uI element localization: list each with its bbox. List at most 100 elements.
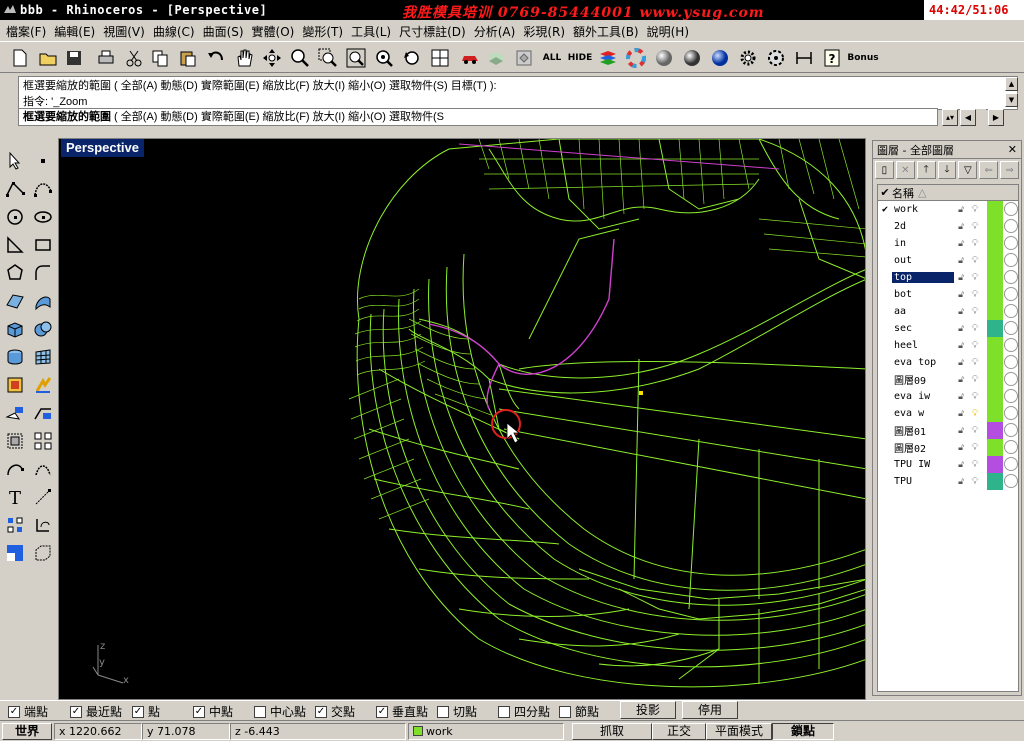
osnap-perp-checkbox[interactable]: ✓ 垂直點 xyxy=(376,703,428,720)
rhino-app-icon[interactable] xyxy=(3,3,17,17)
rotate-curve-icon[interactable] xyxy=(2,456,28,482)
lightbulb-icon[interactable]: 💡︎ xyxy=(968,272,982,283)
layer-row[interactable]: top 🔓︎ 💡︎ xyxy=(878,269,1018,286)
fillet-curve-icon[interactable] xyxy=(30,260,56,286)
material-circle-icon[interactable] xyxy=(1004,270,1018,284)
new-layer-icon[interactable]: ▯ xyxy=(875,161,894,179)
menu-analyze[interactable]: 分析(A) xyxy=(472,20,522,40)
menu-dimension[interactable]: 尺寸標註(D) xyxy=(397,20,472,40)
boolean-union-icon[interactable] xyxy=(30,316,56,342)
move-tool-icon[interactable] xyxy=(30,400,56,426)
group-icon[interactable] xyxy=(2,428,28,454)
print-icon[interactable] xyxy=(94,46,118,70)
layer-color-swatch[interactable] xyxy=(987,235,1003,252)
layer-name[interactable]: TPU xyxy=(892,476,954,487)
import-layer-icon[interactable]: ⇐ xyxy=(979,161,999,179)
layer-color-swatch[interactable] xyxy=(987,218,1003,235)
lightbulb-icon[interactable]: 💡︎ xyxy=(968,340,982,351)
layer-row[interactable]: aa 🔓︎ 💡︎ xyxy=(878,303,1018,320)
move-up-icon[interactable]: 🡑 xyxy=(916,161,936,179)
layer-row[interactable]: sec 🔓︎ 💡︎ xyxy=(878,320,1018,337)
layer-color-swatch[interactable] xyxy=(987,269,1003,286)
layer-color-swatch[interactable] xyxy=(987,405,1003,422)
ortho-toggle[interactable]: 正交 xyxy=(652,723,706,740)
material-circle-icon[interactable] xyxy=(1004,321,1018,335)
material-circle-icon[interactable] xyxy=(1004,219,1018,233)
box-solid-icon[interactable] xyxy=(2,316,28,342)
lightbulb-icon[interactable]: 💡︎ xyxy=(968,476,982,487)
new-file-icon[interactable] xyxy=(8,46,32,70)
hide-button[interactable]: HIDE xyxy=(568,46,593,70)
lightbulb-icon[interactable]: 💡︎ xyxy=(968,238,982,249)
transform-icon[interactable] xyxy=(2,400,28,426)
perspective-viewport[interactable]: Perspective z x y xyxy=(58,138,866,700)
surface-from-curves-icon[interactable] xyxy=(2,288,28,314)
layer-color-swatch[interactable] xyxy=(987,439,1003,456)
menu-view[interactable]: 視圖(V) xyxy=(101,20,151,40)
layer-row[interactable]: eva w 🔓︎ 💡︎ xyxy=(878,405,1018,422)
layer-name[interactable]: top xyxy=(892,272,954,283)
options-up-down-icon[interactable]: ▴▾ xyxy=(942,109,958,126)
layer-row[interactable]: in 🔓︎ 💡︎ xyxy=(878,235,1018,252)
layer-name[interactable]: 2d xyxy=(892,221,954,232)
cylinder-mesh-icon[interactable] xyxy=(2,344,28,370)
render-viewport-icon[interactable] xyxy=(2,540,28,566)
select-arrow-icon[interactable] xyxy=(2,148,28,174)
export-layer-icon[interactable]: ⇒ xyxy=(1000,161,1020,179)
layer-row[interactable]: 圖層01 🔓︎ 💡︎ xyxy=(878,422,1018,439)
layer-row[interactable]: TPU IW 🔓︎ 💡︎ xyxy=(878,456,1018,473)
material-circle-icon[interactable] xyxy=(1004,304,1018,318)
polyline-icon[interactable] xyxy=(2,176,28,202)
osnap-near-checkbox[interactable]: ✓ 最近點 xyxy=(70,703,122,720)
lock-icon[interactable]: 🔓︎ xyxy=(954,443,968,453)
lock-icon[interactable]: 🔓︎ xyxy=(954,477,968,487)
show-all-button[interactable]: ALL xyxy=(540,46,564,70)
lightbulb-icon[interactable]: 💡︎ xyxy=(968,357,982,368)
scroll-right-arrow-icon[interactable]: ▶ xyxy=(988,109,1004,126)
move-down-icon[interactable]: 🡓 xyxy=(937,161,957,179)
osnap-toggle[interactable]: 鎖點 xyxy=(772,723,834,740)
layer-color-swatch[interactable] xyxy=(987,252,1003,269)
grid-points-icon[interactable] xyxy=(2,512,28,538)
toggle-button[interactable] xyxy=(512,46,536,70)
dimension-tool-icon[interactable] xyxy=(2,372,28,398)
layer-row[interactable]: eva top 🔓︎ 💡︎ xyxy=(878,354,1018,371)
lock-icon[interactable]: 🔓︎ xyxy=(954,205,968,215)
curve-icon[interactable] xyxy=(30,176,56,202)
lock-icon[interactable]: 🔓︎ xyxy=(954,358,968,368)
osnap-quad-checkbox[interactable]: 四分點 xyxy=(498,703,550,720)
lock-icon[interactable]: 🔓︎ xyxy=(954,392,968,402)
cplane-button[interactable]: 世界 xyxy=(2,723,52,740)
current-layer-field[interactable]: work xyxy=(408,723,564,740)
menu-extra-tools[interactable]: 額外工具(B) xyxy=(571,20,645,40)
layer-row[interactable]: ✔ work 🔓︎ 💡︎ xyxy=(878,201,1018,218)
osnap-project-button[interactable]: 投影 xyxy=(620,701,676,719)
layer-color-swatch[interactable] xyxy=(987,371,1003,388)
viewport-title[interactable]: Perspective xyxy=(61,139,144,157)
options-gear-icon[interactable] xyxy=(736,46,760,70)
lightbulb-icon[interactable]: 💡︎ xyxy=(968,442,982,453)
point-icon[interactable] xyxy=(30,148,56,174)
menu-transform[interactable]: 變形(T) xyxy=(300,20,349,40)
layer-name[interactable]: out xyxy=(892,255,954,266)
lightbulb-icon[interactable]: 💡︎ xyxy=(968,391,982,402)
osnap-knot-checkbox[interactable]: 節點 xyxy=(559,703,599,720)
shaded-object-icon[interactable] xyxy=(484,46,508,70)
layer-color-swatch[interactable] xyxy=(987,422,1003,439)
material-circle-icon[interactable] xyxy=(1004,389,1018,403)
snap-toggle[interactable]: 抓取 xyxy=(572,723,652,740)
scroll-left-arrow-icon[interactable]: ◀ xyxy=(960,109,976,126)
layer-row[interactable]: out 🔓︎ 💡︎ xyxy=(878,252,1018,269)
circle-icon[interactable] xyxy=(2,204,28,230)
help-question-icon[interactable]: ? xyxy=(820,46,844,70)
layer-name[interactable]: eva top xyxy=(892,357,954,368)
pan-hand-icon[interactable] xyxy=(232,46,256,70)
layer-row[interactable]: bot 🔓︎ 💡︎ xyxy=(878,286,1018,303)
array-icon[interactable] xyxy=(30,428,56,454)
layer-color-swatch[interactable] xyxy=(987,201,1003,218)
layer-name[interactable]: aa xyxy=(892,306,954,317)
dimension-icon[interactable] xyxy=(792,46,816,70)
lock-icon[interactable]: 🔓︎ xyxy=(954,222,968,232)
material-circle-icon[interactable] xyxy=(1004,253,1018,267)
scroll-up-arrow-icon[interactable]: ▲ xyxy=(1005,77,1018,91)
